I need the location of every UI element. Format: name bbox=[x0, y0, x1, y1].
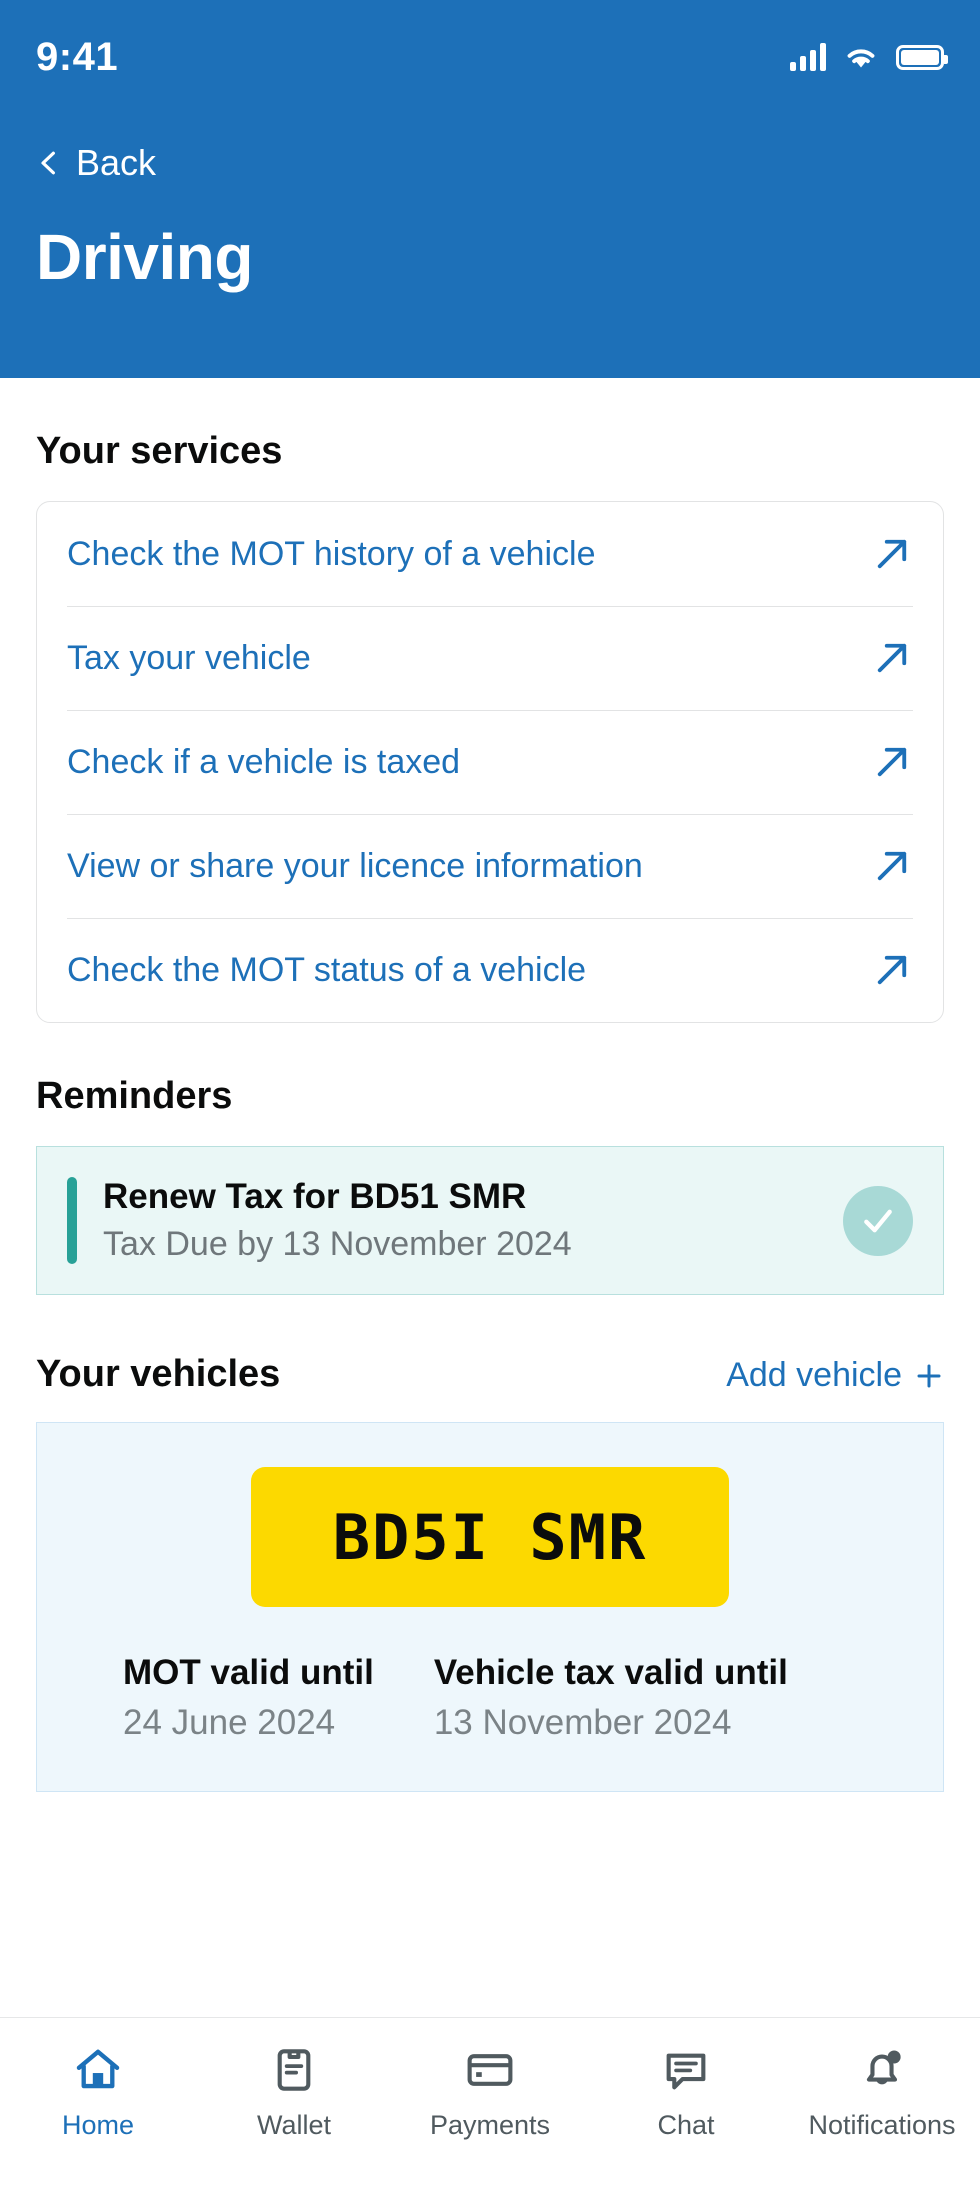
service-label: Check the MOT status of a vehicle bbox=[67, 950, 587, 989]
external-link-arrow-icon bbox=[877, 955, 907, 985]
service-row[interactable]: Tax your vehicle bbox=[37, 606, 943, 710]
mot-validity: MOT valid until 24 June 2024 bbox=[123, 1653, 374, 1743]
back-button[interactable]: Back bbox=[36, 142, 156, 184]
external-link-arrow-icon bbox=[877, 643, 907, 673]
service-row[interactable]: Check the MOT status of a vehicle bbox=[37, 918, 943, 1022]
check-icon bbox=[864, 1209, 892, 1232]
service-row[interactable]: View or share your licence information bbox=[37, 814, 943, 918]
services-card: Check the MOT history of a vehicle Tax y… bbox=[36, 501, 944, 1023]
licence-plate: BD5I SMR bbox=[251, 1467, 729, 1607]
vehicles-header-row: Your vehicles Add vehicle bbox=[36, 1353, 944, 1396]
reminders-heading: Reminders bbox=[36, 1075, 233, 1117]
tab-wallet-label: Wallet bbox=[256, 2110, 331, 2140]
service-label: Check if a vehicle is taxed bbox=[67, 742, 461, 781]
status-bar: 9:41 bbox=[36, 0, 948, 96]
external-link-arrow-icon bbox=[877, 851, 907, 881]
service-label: View or share your licence information bbox=[67, 846, 643, 885]
licence-plate-number: BD5I SMR bbox=[332, 1500, 648, 1574]
service-row[interactable]: Check if a vehicle is taxed bbox=[37, 710, 943, 814]
reminder-text: Renew Tax for BD51 SMR Tax Due by 13 Nov… bbox=[103, 1177, 817, 1264]
tax-validity: Vehicle tax valid until 13 November 2024 bbox=[434, 1653, 788, 1743]
app-screen: 9:41 Back Driving Your services Check th… bbox=[0, 0, 980, 2187]
vehicle-card[interactable]: BD5I SMR MOT valid until 24 June 2024 Ve… bbox=[36, 1422, 944, 1792]
chevron-left-icon bbox=[41, 151, 55, 175]
reminder-title: Renew Tax for BD51 SMR bbox=[103, 1177, 527, 1216]
page-title: Driving bbox=[36, 221, 253, 293]
cellular-signal-icon bbox=[790, 43, 826, 71]
reminder-subtitle: Tax Due by 13 November 2024 bbox=[103, 1225, 572, 1263]
service-label: Check the MOT history of a vehicle bbox=[67, 534, 596, 573]
page-header: 9:41 Back Driving bbox=[0, 0, 980, 378]
mot-validity-label: MOT valid until bbox=[123, 1653, 374, 1692]
wifi-icon bbox=[847, 48, 875, 67]
vehicle-validity-row: MOT valid until 24 June 2024 Vehicle tax… bbox=[77, 1653, 903, 1743]
chat-bubble-icon bbox=[666, 2053, 706, 2090]
add-vehicle-label: Add vehicle bbox=[726, 1356, 902, 1394]
service-row[interactable]: Check the MOT history of a vehicle bbox=[37, 502, 943, 606]
tax-validity-date: 13 November 2024 bbox=[433, 1703, 732, 1742]
services-heading: Your services bbox=[36, 430, 283, 472]
tab-chat[interactable]: Chat bbox=[588, 2044, 784, 2141]
mot-validity-date: 24 June 2024 bbox=[123, 1703, 336, 1742]
tax-validity-label: Vehicle tax valid until bbox=[433, 1653, 788, 1692]
tab-home[interactable]: Home bbox=[0, 2044, 196, 2141]
bottom-navigation: Home Wallet Payments Chat Notifications bbox=[0, 2017, 980, 2187]
tab-wallet[interactable]: Wallet bbox=[196, 2044, 392, 2141]
credit-card-icon bbox=[467, 2054, 513, 2086]
tab-home-label: Home bbox=[61, 2110, 135, 2140]
tab-chat-label: Chat bbox=[657, 2110, 715, 2140]
status-bar-time: 9:41 bbox=[36, 34, 119, 79]
reminder-card[interactable]: Renew Tax for BD51 SMR Tax Due by 13 Nov… bbox=[36, 1146, 944, 1295]
service-label: Tax your vehicle bbox=[67, 638, 311, 677]
tab-payments[interactable]: Payments bbox=[392, 2044, 588, 2141]
vehicles-heading: Your vehicles bbox=[36, 1353, 281, 1395]
reminder-accent-bar bbox=[67, 1177, 77, 1264]
battery-icon bbox=[896, 44, 948, 70]
home-icon bbox=[76, 2049, 120, 2089]
plus-icon bbox=[917, 1364, 941, 1387]
bell-badge-icon bbox=[866, 2050, 901, 2085]
add-vehicle-button[interactable]: Add vehicle bbox=[726, 1356, 944, 1395]
external-link-arrow-icon bbox=[877, 747, 907, 777]
page-content: Your services Check the MOT history of a… bbox=[0, 378, 980, 2017]
status-bar-icons bbox=[790, 43, 948, 71]
tab-notifications-label: Notifications bbox=[808, 2110, 956, 2140]
tab-payments-label: Payments bbox=[429, 2110, 551, 2140]
back-button-label: Back bbox=[76, 142, 157, 183]
check-circle-icon bbox=[843, 1185, 913, 1256]
tab-notifications[interactable]: Notifications bbox=[784, 2044, 980, 2141]
wallet-clipboard-icon bbox=[277, 2049, 311, 2091]
external-link-arrow-icon bbox=[877, 539, 907, 569]
